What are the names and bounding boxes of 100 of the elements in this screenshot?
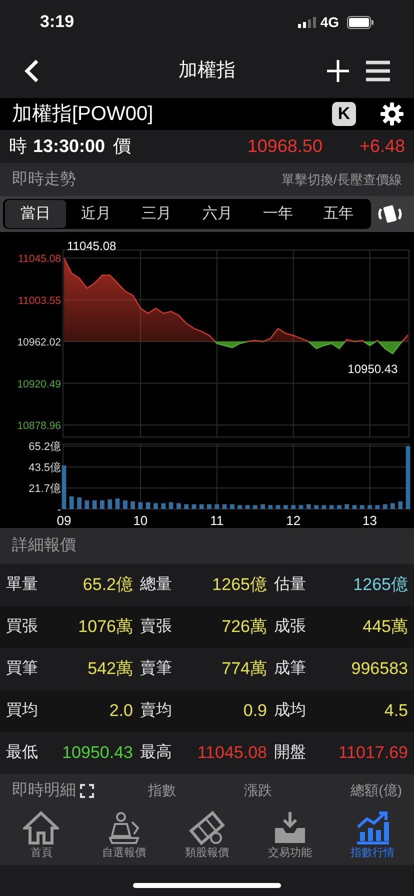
person-icon bbox=[106, 810, 142, 846]
chevron-left-icon bbox=[24, 59, 40, 83]
volume-bar bbox=[390, 503, 395, 509]
stat-value: 4.5 bbox=[384, 700, 408, 722]
volume-bar bbox=[84, 500, 90, 509]
stat-label: 最低 bbox=[6, 743, 38, 763]
status-time: 3:19 bbox=[40, 11, 74, 34]
column-header: 漲跌 bbox=[243, 781, 273, 800]
volume-bar bbox=[268, 505, 273, 509]
volume-bar bbox=[199, 504, 204, 509]
volume-bar bbox=[298, 505, 304, 509]
axis-label: 21.7億 bbox=[28, 483, 61, 496]
volume-bar bbox=[62, 466, 66, 509]
volume-bar bbox=[123, 500, 128, 509]
volume-bar bbox=[238, 505, 242, 509]
volume-bar bbox=[130, 501, 135, 509]
stat-value: 65.2億 bbox=[82, 574, 133, 596]
volume-bar bbox=[314, 505, 318, 509]
volume-bar bbox=[352, 505, 357, 509]
volume-bar bbox=[146, 502, 150, 509]
stat-value: 1265億 bbox=[353, 574, 408, 596]
menu-icon[interactable] bbox=[366, 60, 390, 82]
rising-chart-icon bbox=[354, 810, 391, 846]
section-title: 即時走勢 bbox=[12, 170, 76, 190]
quote-time: 13:30:00 bbox=[33, 135, 106, 158]
add-icon[interactable] bbox=[326, 59, 350, 83]
stat-label: 總量 bbox=[140, 575, 172, 595]
range-tab[interactable]: 六月 bbox=[187, 200, 248, 228]
volume-bar bbox=[184, 504, 188, 509]
price-annotation: 11045.08 bbox=[67, 239, 116, 253]
tab-bar-item[interactable]: 首頁 bbox=[0, 807, 83, 865]
stat-value: 11017.69 bbox=[338, 742, 408, 764]
stat-value: 774萬 bbox=[222, 658, 267, 680]
volume-bar bbox=[115, 498, 120, 509]
column-header: 指數 bbox=[147, 781, 177, 800]
stat-label: 賣筆 bbox=[140, 658, 172, 679]
volume-bar bbox=[108, 499, 112, 509]
battery-icon bbox=[347, 16, 374, 28]
stat-label: 單量 bbox=[6, 575, 38, 595]
rotate-screen-icon[interactable] bbox=[377, 204, 403, 224]
time-label: 時 bbox=[9, 135, 27, 158]
expand-icon[interactable] bbox=[80, 784, 94, 798]
axis-label: 43.5億 bbox=[28, 462, 61, 474]
axis-label: 11045.08 bbox=[18, 253, 61, 265]
volume-bar bbox=[322, 505, 326, 509]
signal-icon bbox=[298, 16, 316, 28]
house-icon bbox=[23, 810, 60, 846]
volume-bar bbox=[77, 497, 82, 509]
quote-change: +6.48 bbox=[359, 135, 405, 158]
stat-label: 成均 bbox=[274, 700, 306, 721]
volume-bar bbox=[306, 504, 311, 509]
stat-label: 賣張 bbox=[140, 616, 172, 637]
instrument-name: 加權指[POW00] bbox=[12, 102, 154, 127]
volume-bar bbox=[176, 503, 181, 509]
price-label: 價 bbox=[113, 135, 132, 158]
axis-label: - bbox=[57, 504, 61, 516]
volume-bar bbox=[154, 503, 158, 509]
stat-label: 最高 bbox=[140, 742, 172, 763]
axis-label: 10920.49 bbox=[17, 378, 61, 390]
stat-label: 買均 bbox=[6, 701, 38, 721]
stat-value: 445萬 bbox=[362, 616, 408, 638]
axis-label: 12 bbox=[286, 513, 301, 528]
range-tab[interactable]: 五年 bbox=[308, 200, 370, 228]
range-tab[interactable]: 當日 bbox=[5, 200, 66, 228]
volume-bar bbox=[284, 505, 288, 509]
stat-value: 10950.43 bbox=[62, 742, 133, 764]
range-tab[interactable]: 一年 bbox=[248, 200, 308, 228]
volume-bar bbox=[245, 505, 250, 509]
chart-hint: 單擊切換/長壓查價線 bbox=[281, 170, 402, 189]
volume-bar bbox=[368, 505, 372, 509]
tab-bar-item[interactable]: 指數行情 bbox=[331, 807, 414, 865]
stat-label: 成筆 bbox=[274, 658, 306, 679]
volume-bar bbox=[230, 504, 234, 509]
stat-value: 1265億 bbox=[212, 574, 267, 596]
quote-price: 10968.50 bbox=[247, 135, 322, 158]
range-tab[interactable]: 近月 bbox=[66, 200, 126, 228]
tab-bar-item[interactable]: 類股報價 bbox=[166, 807, 248, 865]
volume-bar bbox=[260, 504, 265, 509]
axis-label: 10962.02 bbox=[17, 336, 61, 348]
stat-label: 成張 bbox=[274, 616, 306, 637]
network-label: 4G bbox=[320, 12, 339, 32]
volume-bar bbox=[344, 504, 349, 509]
volume-bar bbox=[214, 504, 220, 509]
stat-value: 1076萬 bbox=[78, 616, 133, 638]
stat-label: 買張 bbox=[6, 617, 38, 637]
axis-label: 11003.55 bbox=[18, 294, 61, 307]
section-title: 詳細報價 bbox=[12, 536, 76, 556]
stat-label: 估量 bbox=[274, 575, 306, 595]
volume-bar bbox=[360, 505, 364, 509]
range-tab[interactable]: 三月 bbox=[126, 200, 188, 228]
volume-bar bbox=[161, 503, 166, 509]
volume-bar bbox=[276, 505, 280, 509]
section-title: 即時明細 bbox=[12, 780, 76, 800]
axis-label: 13 bbox=[362, 513, 377, 528]
k-chart-button[interactable]: K bbox=[332, 102, 356, 126]
volume-bar bbox=[192, 504, 196, 509]
film-strip-icon bbox=[188, 810, 225, 846]
tab-bar-item[interactable]: 自選報價 bbox=[82, 807, 166, 865]
stat-value: 11045.08 bbox=[197, 742, 267, 764]
tab-bar-item[interactable]: 交易功能 bbox=[248, 807, 332, 865]
